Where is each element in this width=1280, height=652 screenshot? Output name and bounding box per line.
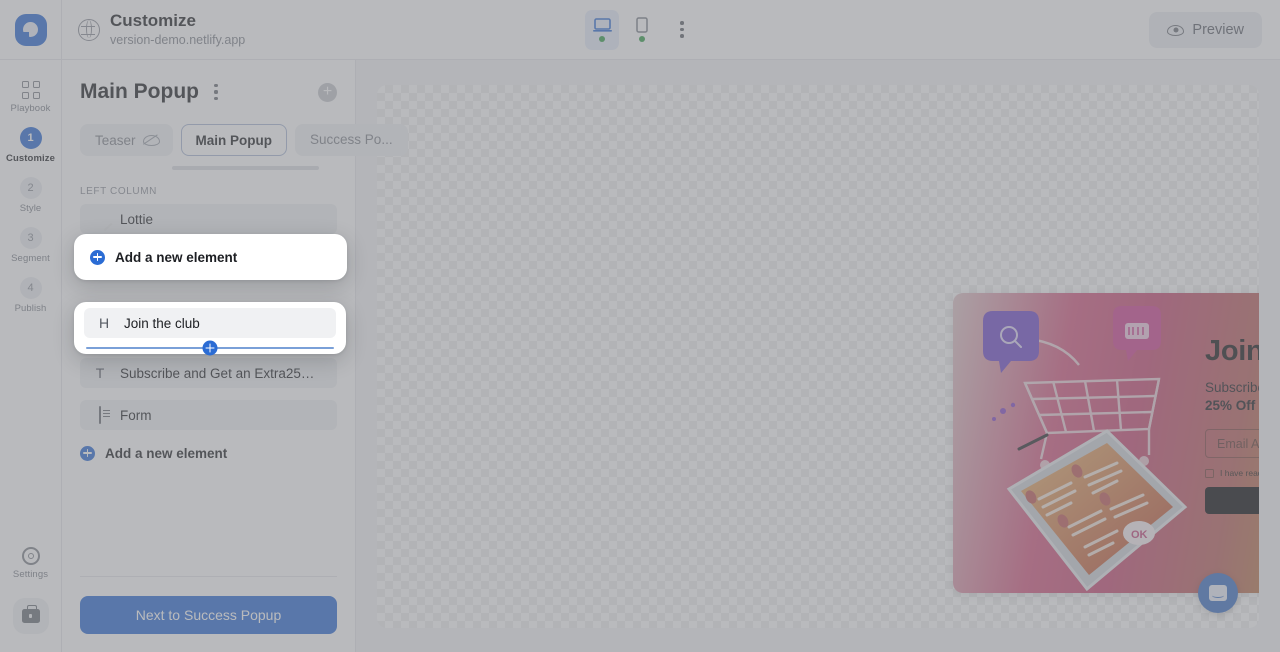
site-info: Customize version-demo.netlify.app: [78, 11, 245, 48]
briefcase-button[interactable]: [12, 598, 49, 634]
app-root: Customize version-demo.netlify.app Previ…: [0, 0, 1280, 652]
chat-bubble-button[interactable]: [1198, 573, 1238, 613]
panel-kebab-menu-icon[interactable]: [207, 84, 225, 100]
popup-tabs: Teaser Main Popup Success Po...: [62, 110, 408, 156]
eye-icon: [1167, 24, 1185, 36]
insert-position-indicator: [86, 340, 334, 356]
consent-text: I have read and accept the: [1220, 468, 1259, 479]
preview-button[interactable]: Preview: [1149, 12, 1262, 48]
add-new-element-label: Add a new element: [115, 249, 238, 265]
shopping-phone-illustration: OK: [983, 306, 1188, 592]
briefcase-icon: [21, 605, 40, 623]
sidebar-item-settings[interactable]: Settings: [0, 540, 62, 586]
sidebar-item-segment[interactable]: 3 Segment: [0, 220, 62, 270]
step-number: 3: [19, 227, 42, 249]
dragged-list-item[interactable]: H Join the club: [84, 308, 336, 338]
email-field-placeholder: Email Address: [1217, 436, 1259, 451]
svg-text:OK: OK: [1131, 529, 1148, 541]
canvas-area: OK Join the club Subscribe and Get an Ex…: [356, 60, 1280, 652]
left-column-label: LEFT COLUMN: [80, 186, 157, 197]
globe-icon: [78, 18, 100, 41]
list-item[interactable]: T Subscribe and Get an Extra25% Off on y…: [80, 358, 337, 388]
add-element-popover[interactable]: Add a new element: [74, 234, 347, 280]
grid-icon: [21, 81, 40, 99]
editor-panel: Main Popup Teaser Main Popup Success Po.…: [62, 60, 408, 652]
device-desktop-button[interactable]: [585, 9, 619, 50]
sidebar-item-label: Settings: [12, 569, 49, 580]
text-icon: T: [95, 365, 105, 381]
add-new-element-label: Add a new element: [105, 445, 228, 461]
sidebar-item-label: Style: [19, 203, 42, 214]
popup-subtitle-bold: 25% Off: [1205, 398, 1256, 414]
panel-header: Main Popup: [62, 60, 355, 110]
device-toolbar: [585, 9, 695, 50]
list-item-label: Subscribe and Get an Extra25% Off on you…: [120, 365, 325, 381]
next-to-success-popup-button[interactable]: Next to Success Popup: [80, 596, 337, 634]
sidebar-item-style[interactable]: 2 Style: [0, 170, 62, 220]
tab-success-popup[interactable]: Success Po...: [295, 124, 408, 156]
sidebar-item-label: Publish: [14, 303, 47, 314]
tab-main-popup-label: Main Popup: [195, 132, 273, 148]
kebab-menu-icon[interactable]: [669, 15, 695, 45]
sidebar-item-label: Segment: [11, 253, 50, 264]
tab-main-popup[interactable]: Main Popup: [180, 124, 288, 156]
consent-row[interactable]: I have read and accept the privacy polic…: [1205, 468, 1259, 478]
panel-divider: [80, 576, 337, 577]
app-logo[interactable]: [0, 0, 62, 60]
list-item-label: Lottie: [120, 211, 154, 227]
step-number: 1: [19, 127, 42, 149]
popup-heading: Join the club: [1205, 335, 1259, 367]
plus-circle-icon: [90, 249, 105, 265]
list-item[interactable]: Lottie: [80, 204, 337, 234]
sidebar-item-label: Customize: [6, 153, 55, 164]
popup-illustration: OK: [953, 293, 1205, 593]
panel-add-button[interactable]: [318, 82, 337, 102]
popup-subtitle-line1: Subscribe and Get an Extra: [1205, 380, 1259, 395]
left-rail: Playbook 1 Customize 2 Style 3 Segment 4…: [0, 60, 62, 652]
preview-button-label: Preview: [1192, 22, 1244, 38]
device-mobile-button[interactable]: [625, 10, 659, 50]
sidebar-item-publish[interactable]: 4 Publish: [0, 270, 62, 320]
mobile-status-dot: [639, 36, 645, 42]
submit-button[interactable]: Submit: [1205, 487, 1259, 515]
form-icon: [92, 406, 108, 424]
popup-subtitle: Subscribe and Get an Extra 25% Off on yo…: [1205, 379, 1259, 415]
tab-teaser-label: Teaser: [95, 132, 136, 148]
panel-title: Main Popup: [80, 80, 199, 103]
heading-icon: H: [98, 315, 110, 331]
plus-circle-icon: [80, 445, 95, 461]
step-number: 4: [19, 277, 42, 299]
dragged-list-item-label: Join the club: [124, 315, 200, 331]
eye-off-icon: [142, 134, 160, 146]
site-url: version-demo.netlify.app: [110, 33, 246, 47]
consent-checkbox[interactable]: [1205, 468, 1214, 478]
popup-content: Join the club Subscribe and Get an Extra…: [1205, 293, 1259, 593]
page-title: Customize: [110, 11, 196, 30]
desktop-status-dot: [599, 35, 605, 42]
plus-circle-icon[interactable]: [202, 340, 218, 356]
add-new-element-right[interactable]: Add a new element: [80, 440, 337, 466]
list-item[interactable]: Form: [80, 400, 337, 430]
desktop-icon: [592, 17, 612, 32]
canvas-checkerboard[interactable]: OK Join the club Subscribe and Get an Ex…: [377, 85, 1259, 628]
tab-success-popup-label: Success Po...: [310, 132, 393, 147]
popup-preview: OK Join the club Subscribe and Get an Ex…: [953, 293, 1259, 593]
step-number: 2: [19, 177, 42, 199]
app-logo-icon: [14, 13, 47, 46]
drag-element-popover[interactable]: H Join the club: [74, 302, 346, 356]
list-item-label: Form: [120, 407, 152, 423]
sidebar-item-playbook[interactable]: Playbook: [0, 74, 62, 120]
gear-icon: [21, 547, 40, 565]
email-field[interactable]: Email Address: [1205, 429, 1259, 459]
chat-bubble-icon: [1209, 585, 1227, 601]
mobile-icon: [636, 17, 648, 33]
top-bar: Customize version-demo.netlify.app Previ…: [0, 0, 1280, 60]
popup-subtitle-line2: on your first purchase.: [1255, 398, 1259, 413]
tab-teaser[interactable]: Teaser: [80, 124, 173, 156]
sidebar-item-label: Playbook: [10, 103, 51, 114]
sidebar-item-customize[interactable]: 1 Customize: [0, 120, 62, 170]
